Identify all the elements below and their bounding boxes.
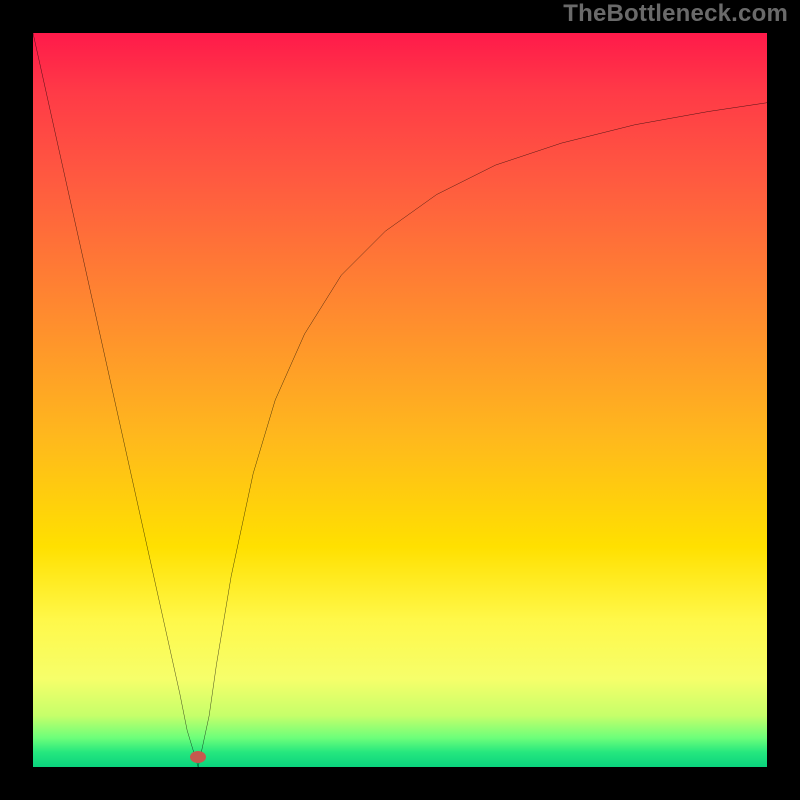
watermark-text: TheBottleneck.com bbox=[563, 0, 788, 28]
plot-area bbox=[33, 33, 767, 767]
min-point-marker bbox=[190, 751, 206, 763]
chart-frame: TheBottleneck.com bbox=[0, 0, 800, 800]
bottleneck-curve-path bbox=[33, 33, 767, 767]
bottleneck-curve bbox=[33, 33, 767, 767]
bottom-border bbox=[0, 767, 800, 800]
